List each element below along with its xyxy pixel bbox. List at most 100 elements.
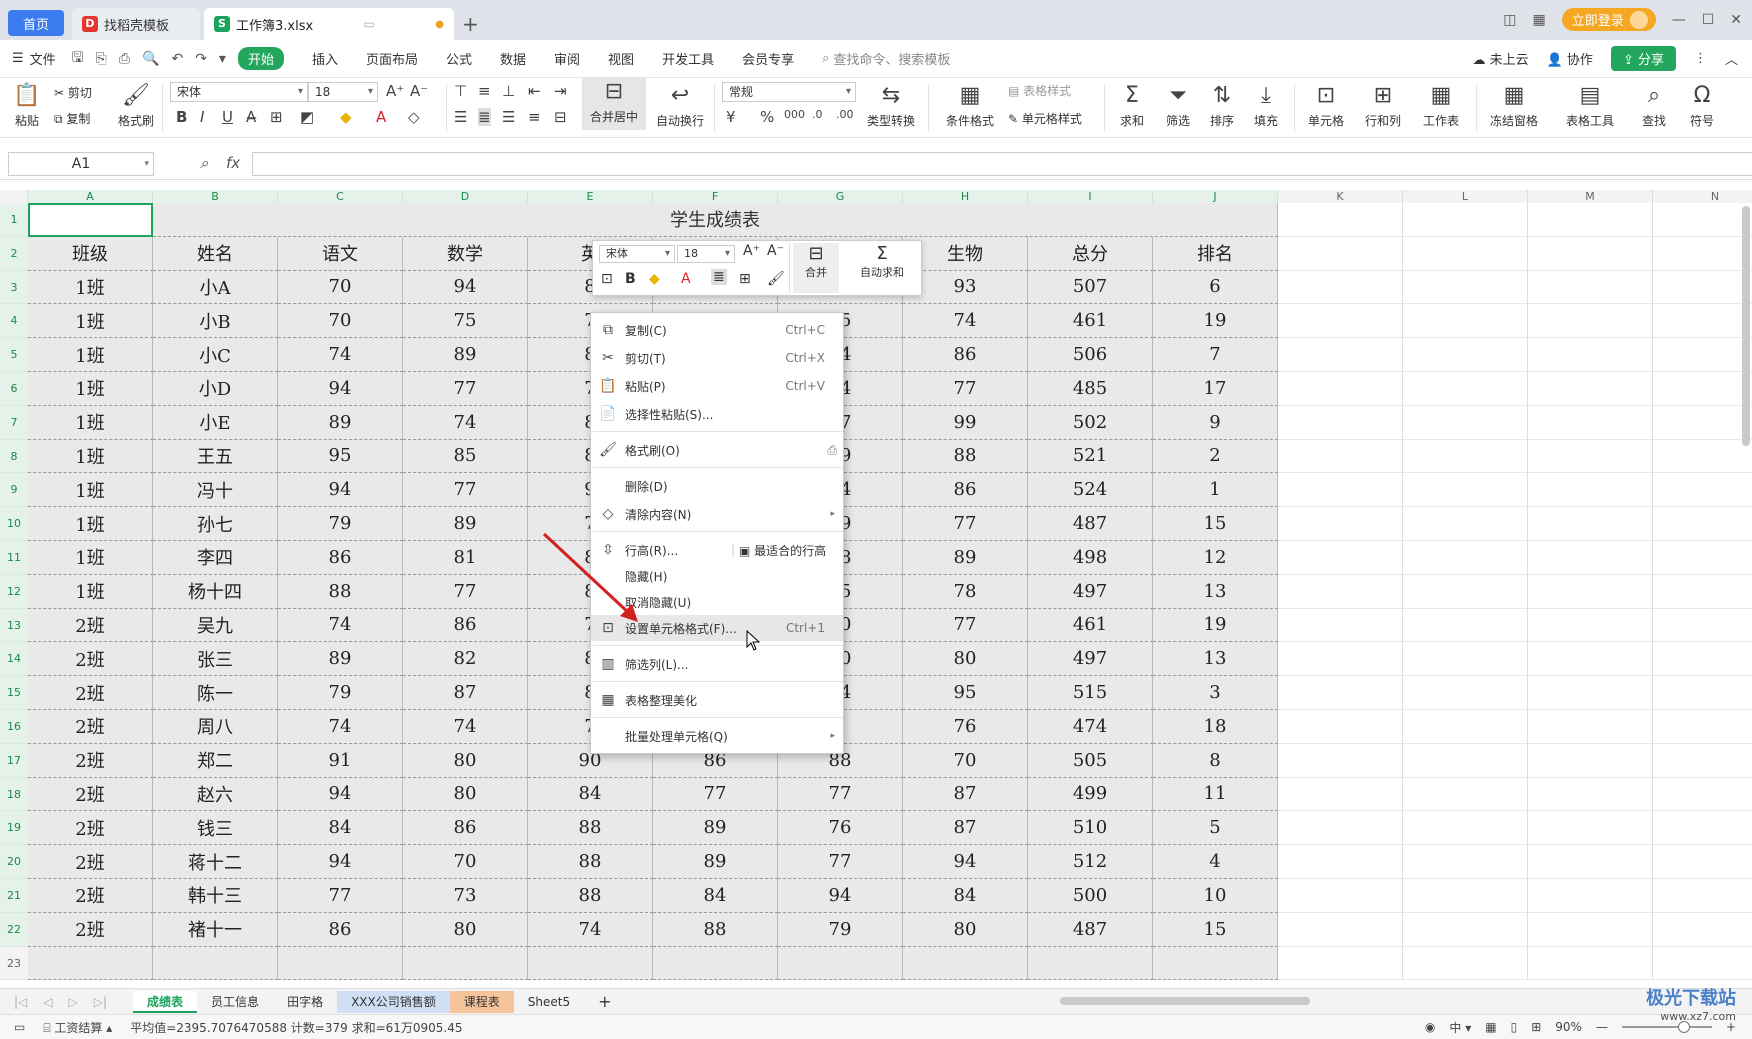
- number-format-select[interactable]: 常规: [722, 82, 856, 102]
- layout-icon[interactable]: ◫: [1503, 12, 1516, 28]
- table-cell[interactable]: [1528, 710, 1653, 744]
- sheet-tab-scores[interactable]: 成绩表: [133, 990, 198, 1013]
- column-header-J[interactable]: J: [1153, 190, 1278, 203]
- table-cell[interactable]: [1653, 439, 1752, 474]
- row-header[interactable]: 5: [0, 338, 28, 372]
- more-icon[interactable]: ⋮: [1694, 51, 1707, 66]
- table-cell[interactable]: [1528, 236, 1653, 271]
- column-header-H[interactable]: H: [903, 190, 1028, 203]
- data-cell[interactable]: 19: [1153, 304, 1278, 339]
- table-cell[interactable]: [1153, 946, 1278, 981]
- data-cell[interactable]: 94: [403, 270, 528, 305]
- data-cell[interactable]: 84: [528, 777, 653, 812]
- table-cell[interactable]: [1528, 439, 1653, 474]
- data-cell[interactable]: 小E: [153, 405, 278, 440]
- data-cell[interactable]: 512: [1028, 845, 1153, 879]
- table-cell[interactable]: [1278, 743, 1403, 778]
- mini-size-select[interactable]: 18: [677, 245, 735, 263]
- data-cell[interactable]: 7: [1153, 338, 1278, 372]
- cloud-status[interactable]: ☁ 未上云: [1472, 49, 1528, 68]
- horizontal-scrollbar[interactable]: [1060, 997, 1310, 1005]
- ctx-clear-content[interactable]: ◇ 清除内容(N) ▸: [591, 501, 843, 527]
- table-cell[interactable]: [1528, 608, 1653, 643]
- header-cell[interactable]: 排名: [1153, 236, 1278, 271]
- row-header[interactable]: 2: [0, 236, 28, 271]
- font-select[interactable]: 宋体: [170, 82, 308, 102]
- table-cell[interactable]: [1403, 811, 1528, 846]
- worksheet-button[interactable]: ▦ 工作表: [1416, 82, 1466, 129]
- data-cell[interactable]: 79: [278, 507, 403, 541]
- column-header-C[interactable]: C: [278, 190, 403, 203]
- table-cell[interactable]: [1278, 304, 1403, 339]
- input-method-icon[interactable]: 中 ▾: [1449, 1019, 1471, 1036]
- table-cell[interactable]: [1403, 541, 1528, 575]
- table-cell[interactable]: [1403, 710, 1528, 744]
- data-cell[interactable]: 500: [1028, 879, 1153, 913]
- type-convert-button[interactable]: ⇆ 类型转换: [862, 82, 920, 129]
- table-cell[interactable]: [1403, 507, 1528, 541]
- sheet-tab-grid[interactable]: 田字格: [273, 991, 337, 1013]
- table-cell[interactable]: [1278, 912, 1403, 947]
- data-cell[interactable]: 77: [403, 372, 528, 406]
- screen-icon[interactable]: ▭: [14, 1020, 25, 1034]
- data-cell[interactable]: 杨十四: [153, 574, 278, 609]
- table-cell[interactable]: [1278, 811, 1403, 846]
- table-cell[interactable]: [1278, 845, 1403, 879]
- table-cell[interactable]: [1403, 236, 1528, 271]
- row-header[interactable]: 10: [0, 507, 28, 541]
- data-cell[interactable]: 76: [778, 811, 903, 846]
- table-cell[interactable]: [1278, 405, 1403, 440]
- table-cell[interactable]: [528, 946, 653, 981]
- menu-member[interactable]: 会员专享: [742, 49, 794, 68]
- table-cell[interactable]: [1528, 845, 1653, 879]
- data-cell[interactable]: 95: [278, 439, 403, 474]
- row-header[interactable]: 21: [0, 879, 28, 913]
- find-button[interactable]: ⌕ 查找: [1636, 82, 1672, 129]
- data-cell[interactable]: 88: [903, 439, 1028, 474]
- table-cell[interactable]: [1403, 372, 1528, 406]
- table-cell[interactable]: [1278, 676, 1403, 710]
- data-cell[interactable]: 94: [278, 372, 403, 406]
- sheet-tab-sales[interactable]: XXX公司销售额: [337, 990, 450, 1013]
- table-cell[interactable]: [1403, 946, 1528, 981]
- table-cell[interactable]: [1653, 845, 1752, 879]
- row-header[interactable]: 14: [0, 642, 28, 677]
- data-cell[interactable]: 86: [403, 811, 528, 846]
- data-cell[interactable]: 84: [278, 811, 403, 846]
- table-cell[interactable]: [1403, 304, 1528, 339]
- row-header[interactable]: 15: [0, 676, 28, 710]
- table-cell[interactable]: [153, 946, 278, 981]
- table-cell[interactable]: [1528, 507, 1653, 541]
- ctx-batch[interactable]: 批量处理单元格(Q) ▸: [591, 723, 843, 749]
- data-cell[interactable]: 80: [403, 777, 528, 812]
- row-header[interactable]: 9: [0, 473, 28, 508]
- cell-fill-icon[interactable]: ◩: [300, 108, 314, 126]
- data-cell[interactable]: 13: [1153, 574, 1278, 609]
- data-cell[interactable]: 2班: [28, 777, 153, 812]
- table-cell[interactable]: [1653, 811, 1752, 846]
- data-cell[interactable]: 1班: [28, 507, 153, 541]
- data-cell[interactable]: 74: [278, 608, 403, 643]
- page-layout-view-icon[interactable]: ▯: [1511, 1020, 1518, 1034]
- format-painter-button[interactable]: 🖌 格式刷: [116, 82, 156, 129]
- data-cell[interactable]: 2: [1153, 439, 1278, 474]
- wrap-text-button[interactable]: ↩ 自动换行: [652, 82, 708, 129]
- data-cell[interactable]: 10: [1153, 879, 1278, 913]
- data-cell[interactable]: 77: [903, 372, 1028, 406]
- mini-shrink-font-icon[interactable]: A⁻: [767, 243, 784, 259]
- data-cell[interactable]: 褚十一: [153, 912, 278, 947]
- data-cell[interactable]: 小D: [153, 372, 278, 406]
- row-header[interactable]: 7: [0, 405, 28, 440]
- sum-button[interactable]: Σ 求和: [1114, 82, 1150, 129]
- data-cell[interactable]: 498: [1028, 541, 1153, 575]
- data-cell[interactable]: 3: [1153, 676, 1278, 710]
- table-cell[interactable]: [1278, 642, 1403, 677]
- data-cell[interactable]: 17: [1153, 372, 1278, 406]
- mini-grow-font-icon[interactable]: A⁺: [743, 243, 760, 259]
- data-cell[interactable]: 88: [653, 912, 778, 947]
- table-cell[interactable]: [1528, 203, 1653, 237]
- row-header[interactable]: 1: [0, 203, 28, 237]
- table-cell[interactable]: [1528, 676, 1653, 710]
- data-cell[interactable]: 461: [1028, 608, 1153, 643]
- column-header-D[interactable]: D: [403, 190, 528, 203]
